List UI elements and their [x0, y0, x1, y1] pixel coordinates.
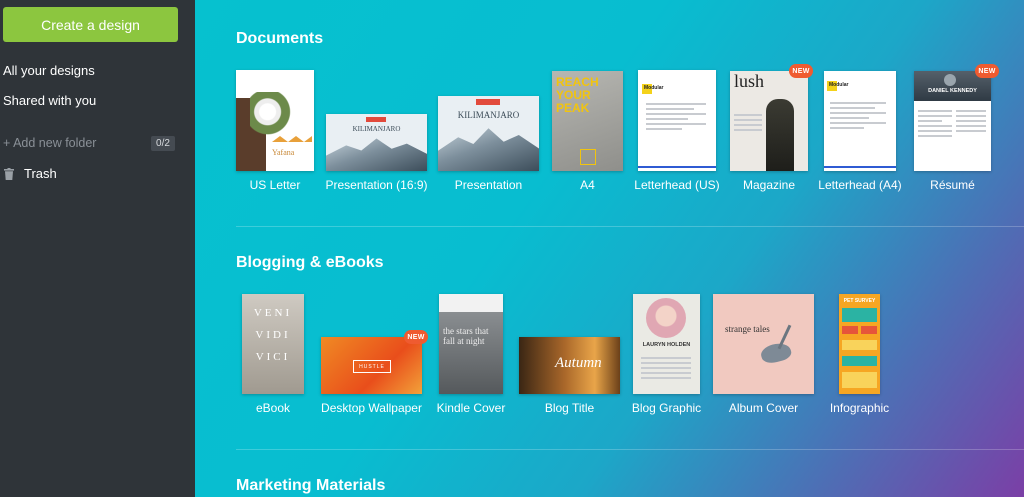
thumbnail: the stars that fall at night	[439, 294, 503, 394]
thumbnail: lush	[730, 71, 808, 171]
template-label: Blog Title	[544, 401, 595, 415]
main-content: Documents Yafana US Letter KILIMANJARO P…	[195, 0, 1024, 497]
section-divider	[236, 449, 1024, 450]
section-title-blogging: Blogging & eBooks	[236, 254, 384, 271]
thumb-text: HUSTLE	[353, 360, 391, 373]
template-label: Magazine	[742, 178, 796, 192]
new-badge: NEW	[975, 64, 999, 78]
thumb-text: REACH YOUR PEAK	[556, 75, 599, 115]
thumbnail: REACH YOUR PEAK	[552, 71, 623, 171]
thumb-text: DANIEL KENNEDY	[928, 88, 977, 94]
trash-link[interactable]: Trash	[4, 166, 57, 181]
thumbnail: VENI VIDI VICI	[242, 294, 304, 394]
section-title-documents: Documents	[236, 30, 324, 47]
thumbnail: Modular	[638, 70, 716, 171]
thumbnail: Autumn	[519, 337, 620, 394]
thumb-text: Modular	[829, 82, 849, 88]
thumbnail: Yafana	[236, 70, 314, 171]
all-designs-link[interactable]: All your designs	[3, 63, 95, 78]
section-title-marketing: Marketing Materials	[236, 477, 386, 494]
thumbnail: strange tales	[713, 294, 814, 394]
thumb-text: Yafana	[272, 148, 295, 157]
thumb-text: VENI VIDI VICI	[253, 307, 293, 363]
trash-icon	[4, 167, 14, 180]
create-design-button[interactable]: Create a design	[3, 7, 178, 42]
add-folder-link[interactable]: + Add new folder	[3, 136, 96, 150]
thumb-text: the stars that fall at night	[443, 326, 489, 346]
template-label: Presentation	[454, 178, 523, 192]
template-label: Presentation (16:9)	[325, 178, 428, 192]
template-label: Album Cover	[728, 401, 799, 415]
template-label: Desktop Wallpaper	[321, 401, 422, 415]
thumbnail: PET SURVEY	[839, 294, 880, 394]
thumb-text: KILIMANJARO	[457, 110, 520, 120]
template-label: Letterhead (A4)	[818, 178, 902, 192]
thumb-text: PET SURVEY	[843, 298, 876, 304]
thumb-text: lush	[734, 71, 765, 91]
template-label: Infographic	[829, 401, 890, 415]
trash-label: Trash	[24, 166, 57, 181]
new-badge: NEW	[789, 64, 813, 78]
template-label: Letterhead (US)	[634, 178, 720, 192]
template-label: A4	[580, 178, 595, 192]
thumbnail: KILIMANJARO	[326, 114, 427, 171]
thumb-text: Autumn	[555, 355, 602, 371]
shared-with-you-link[interactable]: Shared with you	[3, 93, 96, 108]
thumbnail: KILIMANJARO	[438, 96, 539, 171]
sidebar: Create a design All your designs Shared …	[0, 0, 195, 497]
template-label: Blog Graphic	[631, 401, 702, 415]
thumb-text: KILIMANJARO	[352, 125, 401, 133]
thumb-text: strange tales	[725, 324, 770, 334]
thumb-text: LAURYN HOLDEN	[642, 342, 691, 348]
template-label: Résumé	[930, 178, 975, 192]
thumbnail: DANIEL KENNEDY	[914, 71, 991, 171]
template-label: eBook	[255, 401, 291, 415]
folder-count-badge: 0/2	[151, 136, 175, 151]
thumbnail: Modular	[824, 71, 896, 171]
new-badge: NEW	[404, 330, 428, 344]
section-divider	[236, 226, 1024, 227]
thumbnail: LAURYN HOLDEN	[633, 294, 700, 394]
thumb-text: Modular	[644, 85, 664, 91]
thumbnail: HUSTLE	[321, 337, 422, 394]
template-label: US Letter	[249, 178, 301, 192]
template-label: Kindle Cover	[436, 401, 506, 415]
